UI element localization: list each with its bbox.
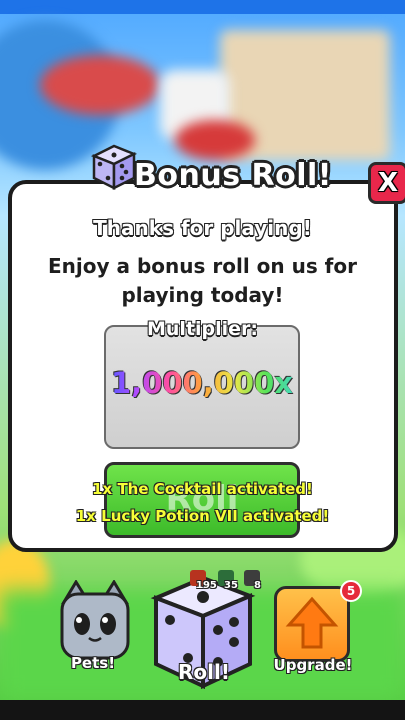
roll-label: Roll! bbox=[178, 660, 230, 684]
close-button[interactable]: X bbox=[368, 162, 405, 204]
background-blur bbox=[40, 55, 160, 115]
thanks-text: Thanks for playing! bbox=[93, 216, 312, 240]
bottom-bar bbox=[0, 700, 405, 720]
potion-count: 35 bbox=[224, 580, 238, 591]
description-text: Enjoy a bonus roll on us for playing tod… bbox=[48, 254, 357, 307]
multiplier-value: 1,000,000x bbox=[104, 366, 300, 400]
upgrade-badge: 5 bbox=[340, 580, 362, 602]
potion-count: 195 bbox=[196, 580, 217, 591]
notice-lucky-potion: 1x Lucky Potion VII activated! bbox=[75, 507, 330, 525]
notice-cocktail: 1x The Cocktail activated! bbox=[92, 480, 313, 498]
close-icon: X bbox=[377, 168, 399, 198]
pets-label: Pets! bbox=[70, 654, 116, 672]
potion-count: 8 bbox=[254, 580, 261, 591]
status-strip bbox=[0, 0, 405, 14]
dice-icon bbox=[90, 144, 138, 191]
arrow-up-icon bbox=[285, 596, 339, 649]
dialog-title: Bonus Roll! bbox=[134, 158, 332, 193]
upgrade-button[interactable] bbox=[274, 586, 350, 662]
upgrade-label: Upgrade! bbox=[273, 656, 353, 674]
roll-button[interactable]: Roll bbox=[104, 462, 300, 538]
multiplier-label: Multiplier: bbox=[146, 318, 259, 340]
dialog-title-row: Bonus Roll! bbox=[88, 140, 338, 204]
